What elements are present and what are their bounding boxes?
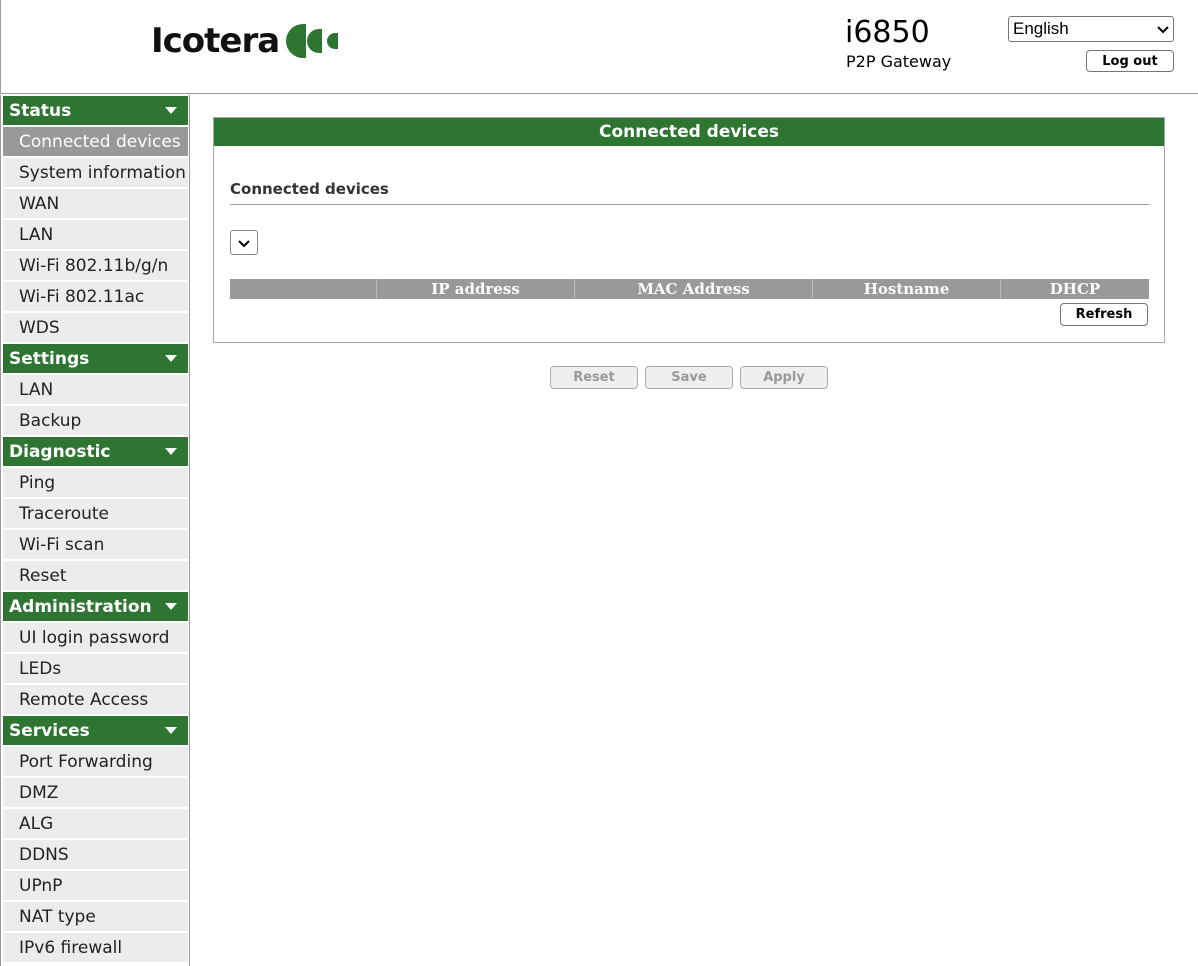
- logo-mark-icon: [285, 23, 341, 59]
- devices-table-header: IP address MAC Address Hostname DHCP: [230, 279, 1149, 299]
- panel-title: Connected devices: [214, 118, 1164, 146]
- sidebar-section-label: Services: [9, 720, 90, 741]
- chevron-down-icon: [1157, 19, 1169, 39]
- save-button[interactable]: Save: [645, 366, 733, 389]
- language-value: English: [1013, 19, 1069, 38]
- section-subheading: Connected devices: [230, 180, 389, 198]
- sidebar-item-wan[interactable]: WAN: [3, 189, 188, 218]
- sidebar-section-label: Settings: [9, 348, 90, 369]
- sidebar-item-nat-type[interactable]: NAT type: [3, 902, 188, 931]
- sidebar-item-system-information[interactable]: System information: [3, 158, 188, 187]
- model-name: i6850: [845, 15, 930, 50]
- sidebar-section-services[interactable]: Services: [3, 716, 188, 745]
- apply-button[interactable]: Apply: [740, 366, 828, 389]
- sidebar-item-remote-access[interactable]: Remote Access: [3, 685, 188, 714]
- reset-button[interactable]: Reset: [550, 366, 638, 389]
- sidebar-item-backup[interactable]: Backup: [3, 406, 188, 435]
- sidebar-item-reset[interactable]: Reset: [3, 561, 188, 590]
- icotera-logo: Icotera: [151, 18, 341, 64]
- sidebar-item-wi-fi-802-11b-g-n[interactable]: Wi-Fi 802.11b/g/n: [3, 251, 188, 280]
- sidebar-item-port-forwarding[interactable]: Port Forwarding: [3, 747, 188, 776]
- chevron-down-icon: [238, 233, 250, 252]
- sidebar-item-traceroute[interactable]: Traceroute: [3, 499, 188, 528]
- sidebar-section-label: Status: [9, 100, 72, 121]
- triangle-down-icon: [165, 603, 177, 610]
- sidebar-section-status[interactable]: Status: [3, 96, 188, 125]
- sidebar-item-leds[interactable]: LEDs: [3, 654, 188, 683]
- column-header-hostname: Hostname: [813, 279, 1001, 299]
- sidebar-item-wds[interactable]: WDS: [3, 313, 188, 342]
- refresh-button[interactable]: Refresh: [1060, 303, 1148, 326]
- sidebar-item-alg[interactable]: ALG: [3, 809, 188, 838]
- model-subtitle: P2P Gateway: [846, 52, 952, 71]
- sidebar-item-upnp[interactable]: UPnP: [3, 871, 188, 900]
- sidebar-item-dmz[interactable]: DMZ: [3, 778, 188, 807]
- filter-dropdown[interactable]: [230, 230, 258, 255]
- sidebar-section-label: Administration: [9, 596, 152, 617]
- triangle-down-icon: [165, 355, 177, 362]
- sidebar-item-lan[interactable]: LAN: [3, 375, 188, 404]
- header: Icotera i6850 P2P Gateway English Log ou…: [0, 0, 1198, 94]
- triangle-down-icon: [165, 727, 177, 734]
- logout-button[interactable]: Log out: [1086, 50, 1174, 72]
- column-header-dhcp: DHCP: [1049, 280, 1101, 298]
- sidebar-item-ui-login-password[interactable]: UI login password: [3, 623, 188, 652]
- sidebar-section-diagnostic[interactable]: Diagnostic: [3, 437, 188, 466]
- connected-devices-panel: Connected devices Connected devices IP a…: [213, 117, 1165, 343]
- divider: [230, 204, 1149, 205]
- sidebar-item-wi-fi-802-11ac[interactable]: Wi-Fi 802.11ac: [3, 282, 188, 311]
- triangle-down-icon: [165, 448, 177, 455]
- sidebar-item-lan[interactable]: LAN: [3, 220, 188, 249]
- sidebar: Status Connected devices System informatio…: [0, 95, 190, 966]
- sidebar-item-ddns[interactable]: DDNS: [3, 840, 188, 869]
- sidebar-item-connected-devices[interactable]: Connected devices: [3, 127, 188, 156]
- logo-text: Icotera: [151, 21, 280, 61]
- sidebar-item-ipv6-firewall[interactable]: IPv6 firewall: [3, 933, 188, 962]
- column-header-mac: MAC Address: [575, 279, 813, 299]
- sidebar-item-ping[interactable]: Ping: [3, 468, 188, 497]
- sidebar-section-label: Diagnostic: [9, 441, 111, 462]
- column-header: [230, 279, 377, 299]
- sidebar-section-administration[interactable]: Administration: [3, 592, 188, 621]
- triangle-down-icon: [165, 107, 177, 114]
- language-select[interactable]: English: [1008, 16, 1174, 42]
- sidebar-section-settings[interactable]: Settings: [3, 344, 188, 373]
- sidebar-item-wi-fi-scan[interactable]: Wi-Fi scan: [3, 530, 188, 559]
- column-header-ip: IP address: [377, 279, 575, 299]
